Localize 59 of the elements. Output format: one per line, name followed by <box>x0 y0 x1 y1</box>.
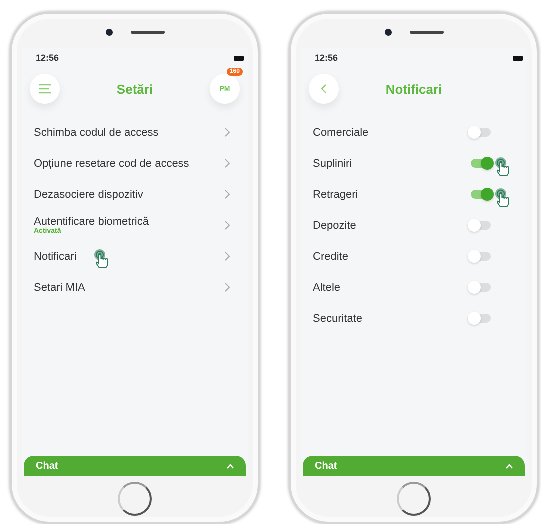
battery-icon <box>513 56 523 60</box>
caret-up-icon <box>506 464 513 468</box>
touch-hand-icon <box>495 156 511 176</box>
screen-title: Setări <box>116 82 154 96</box>
item-label: Credite <box>313 250 348 262</box>
item-label: Schimba codul de access <box>34 126 159 138</box>
chevron-right-icon <box>225 128 230 137</box>
caret-up-icon <box>227 464 234 468</box>
menu-item[interactable]: Dezasociere dispozitiv <box>34 179 236 210</box>
toggle-switch[interactable] <box>471 128 491 137</box>
status-time: 12:56 <box>36 53 60 63</box>
item-label: Notificari <box>34 250 77 262</box>
status-time: 12:56 <box>315 53 338 63</box>
touch-hand-icon <box>495 188 511 208</box>
screen-title: Notificari <box>386 82 442 96</box>
header-button[interactable] <box>309 74 339 104</box>
toggle-row[interactable]: Depozite <box>313 210 515 241</box>
speaker-icon <box>410 30 444 34</box>
toggle-row[interactable]: Supliniri <box>313 148 515 179</box>
touch-hand-icon <box>94 248 110 268</box>
item-label: Securitate <box>313 312 363 324</box>
back-chevron-icon <box>321 84 327 94</box>
home-button[interactable] <box>397 482 431 516</box>
toggle-switch[interactable] <box>471 221 491 230</box>
menu-item[interactable]: Setari MIA <box>34 272 236 303</box>
item-label: Comerciale <box>313 126 369 138</box>
toggle-switch[interactable] <box>471 159 491 168</box>
menu-item[interactable]: Notificari <box>34 241 236 272</box>
toggle-switch[interactable] <box>471 190 491 199</box>
chevron-right-icon <box>225 159 230 168</box>
item-label: Dezasociere dispozitiv <box>34 188 144 200</box>
toggle-switch[interactable] <box>471 314 491 323</box>
speaker-icon <box>130 30 164 34</box>
toggle-row[interactable]: Retrageri <box>313 179 515 210</box>
home-button[interactable] <box>118 482 152 516</box>
item-label: Supliniri <box>313 158 352 170</box>
toggle-switch[interactable] <box>471 283 491 292</box>
menu-item[interactable]: Opțiune resetare cod de access <box>34 148 236 179</box>
chevron-right-icon <box>225 190 230 199</box>
toggle-row[interactable]: Comerciale <box>313 117 515 148</box>
item-label: Opțiune resetare cod de access <box>34 158 190 170</box>
toggle-switch[interactable] <box>471 252 491 261</box>
item-label: Retrageri <box>313 188 358 200</box>
item-label: Depozite <box>313 220 356 232</box>
toggle-row[interactable]: Altele <box>313 272 515 303</box>
toggle-row[interactable]: Securitate <box>313 303 515 334</box>
toggle-row[interactable]: Credite <box>313 241 515 272</box>
item-label: Autentificare biometrică <box>34 216 149 228</box>
chevron-right-icon <box>225 252 230 261</box>
item-label: Altele <box>313 282 341 294</box>
camera-icon <box>106 28 112 36</box>
battery-icon <box>234 56 244 60</box>
menu-item[interactable]: Schimba codul de access <box>34 117 236 148</box>
item-label: Setari MIA <box>34 282 86 294</box>
camera-icon <box>384 28 392 36</box>
header-button[interactable] <box>30 74 60 104</box>
chevron-right-icon <box>225 283 230 292</box>
chevron-right-icon <box>225 221 230 230</box>
menu-icon <box>39 84 51 94</box>
